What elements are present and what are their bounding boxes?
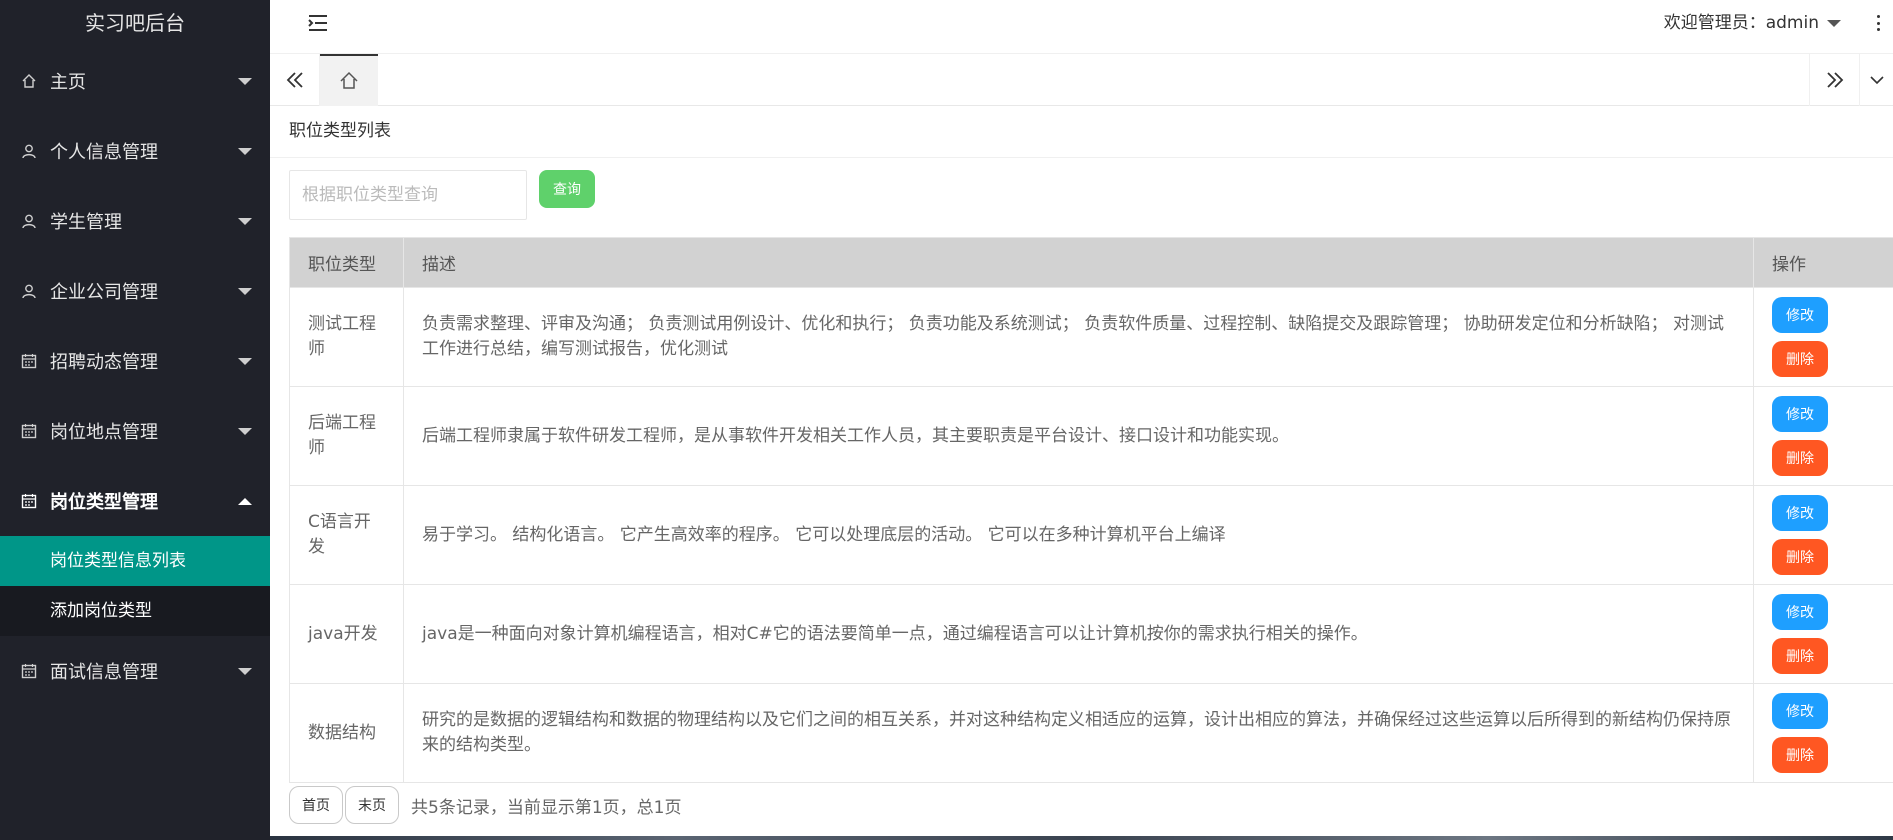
cell-desc: 易于学习。 结构化语言。 它产生高效率的程序。 它可以处理底层的活动。 它可以在… <box>403 485 1754 585</box>
user-icon <box>20 282 38 300</box>
page-title: 职位类型列表 <box>270 106 1893 158</box>
nav-item-job-types[interactable]: 岗位类型管理 <box>0 466 270 536</box>
cell-desc: 负责需求整理、评审及沟通； 负责测试用例设计、优化和执行； 负责功能及系统测试；… <box>403 287 1754 387</box>
chevron-down-icon <box>1827 19 1841 27</box>
app-logo: 实习吧后台 <box>0 0 270 46</box>
cell-ops: 修改 删除 <box>1753 386 1893 486</box>
caret-down-icon <box>238 287 252 295</box>
calendar-icon <box>20 662 38 680</box>
cell-type: 测试工程师 <box>289 287 404 387</box>
top-header: 欢迎管理员：admin <box>270 0 1893 54</box>
search-input[interactable] <box>289 170 527 220</box>
nav-item-label: 企业公司管理 <box>50 282 158 303</box>
cell-type: C语言开发 <box>289 485 404 585</box>
tab-scroll-left-button[interactable] <box>270 54 320 106</box>
job-type-table: 职位类型 描述 操作 测试工程师 负责需求整理、评审及沟通； 负责测试用例设计、… <box>289 237 1893 783</box>
tab-home[interactable] <box>320 54 378 106</box>
pagination: 首页 末页 共5条记录，当前显示第1页，总1页 <box>289 786 681 824</box>
delete-button[interactable]: 删除 <box>1772 539 1828 575</box>
delete-button[interactable]: 删除 <box>1772 638 1828 674</box>
more-vertical-icon[interactable] <box>1871 12 1885 34</box>
nav-item-label: 招聘动态管理 <box>50 352 158 373</box>
table-row: C语言开发 易于学习。 结构化语言。 它产生高效率的程序。 它可以处理底层的活动… <box>289 485 1893 585</box>
caret-down-icon <box>238 427 252 435</box>
column-header-desc: 描述 <box>403 237 1754 288</box>
home-icon <box>20 72 38 90</box>
nav-item-label: 学生管理 <box>50 212 122 233</box>
delete-button[interactable]: 删除 <box>1772 341 1828 377</box>
nav-item-companies[interactable]: 企业公司管理 <box>0 256 270 326</box>
cell-type: 数据结构 <box>289 683 404 783</box>
nav-item-label: 主页 <box>50 72 86 93</box>
double-chevron-left-icon <box>286 72 303 88</box>
table-row: 测试工程师 负责需求整理、评审及沟通； 负责测试用例设计、优化和执行； 负责功能… <box>289 287 1893 387</box>
last-page-button[interactable]: 末页 <box>345 786 399 824</box>
cell-type: 后端工程师 <box>289 386 404 486</box>
column-header-ops: 操作 <box>1753 237 1893 288</box>
sidebar: 实习吧后台 主页 个人信息管理 学生管理 企业公司管理 招聘动态管理 岗位地点管… <box>0 0 270 840</box>
nav-item-personal-info[interactable]: 个人信息管理 <box>0 116 270 186</box>
user-menu[interactable]: 欢迎管理员：admin <box>1664 0 1841 46</box>
table-row: 数据结构 研究的是数据的逻辑结构和数据的物理结构以及它们之间的相互关系，并对这种… <box>289 683 1893 783</box>
nav-item-label: 面试信息管理 <box>50 662 158 683</box>
welcome-text: 欢迎管理员：admin <box>1663 13 1819 33</box>
menu-toggle-icon[interactable] <box>308 14 328 32</box>
tab-menu-button[interactable] <box>1859 54 1893 106</box>
nav-item-students[interactable]: 学生管理 <box>0 186 270 256</box>
nav-item-label: 岗位地点管理 <box>50 422 158 443</box>
home-icon <box>340 71 358 89</box>
subnav-job-types: 岗位类型信息列表 添加岗位类型 <box>0 536 270 636</box>
caret-down-icon <box>238 357 252 365</box>
edit-button[interactable]: 修改 <box>1772 297 1828 333</box>
caret-down-icon <box>238 147 252 155</box>
cell-type: java开发 <box>289 584 404 684</box>
calendar-icon <box>20 492 38 510</box>
double-chevron-right-icon <box>1826 72 1843 88</box>
delete-button[interactable]: 删除 <box>1772 440 1828 476</box>
nav-item-interviews[interactable]: 面试信息管理 <box>0 636 270 706</box>
nav-item-label: 岗位类型管理 <box>50 492 158 513</box>
caret-down-icon <box>238 667 252 675</box>
cell-ops: 修改 删除 <box>1753 584 1893 684</box>
edit-button[interactable]: 修改 <box>1772 396 1828 432</box>
edit-button[interactable]: 修改 <box>1772 693 1828 729</box>
nav-item-home[interactable]: 主页 <box>0 46 270 116</box>
tab-bar <box>270 54 1893 106</box>
nav-item-label: 个人信息管理 <box>50 142 158 163</box>
calendar-icon <box>20 422 38 440</box>
first-page-button[interactable]: 首页 <box>289 786 343 824</box>
subnav-item-add-job-type[interactable]: 添加岗位类型 <box>0 586 270 636</box>
calendar-icon <box>20 352 38 370</box>
cell-ops: 修改 删除 <box>1753 683 1893 783</box>
cell-desc: 后端工程师隶属于软件研发工程师，是从事软件开发相关工作人员，其主要职责是平台设计… <box>403 386 1754 486</box>
search-button[interactable]: 查询 <box>539 170 595 208</box>
table-row: java开发 java是一种面向对象计算机编程语言，相对C#它的语法要简单一点，… <box>289 584 1893 684</box>
caret-up-icon <box>238 497 252 505</box>
nav-item-locations[interactable]: 岗位地点管理 <box>0 396 270 466</box>
edit-button[interactable]: 修改 <box>1772 594 1828 630</box>
caret-down-icon <box>238 77 252 85</box>
caret-down-icon <box>238 217 252 225</box>
background-strip <box>270 836 1893 840</box>
table-row: 后端工程师 后端工程师隶属于软件研发工程师，是从事软件开发相关工作人员，其主要职… <box>289 386 1893 486</box>
cell-ops: 修改 删除 <box>1753 485 1893 585</box>
cell-desc: 研究的是数据的逻辑结构和数据的物理结构以及它们之间的相互关系，并对这种结构定义相… <box>403 683 1754 783</box>
user-icon <box>20 142 38 160</box>
tab-scroll-right-button[interactable] <box>1809 54 1859 106</box>
main-content: 职位类型列表 查询 职位类型 描述 操作 测试工程师 负责需求整理、评审及沟通；… <box>270 106 1893 840</box>
nav-item-recruitment[interactable]: 招聘动态管理 <box>0 326 270 396</box>
pagination-info: 共5条记录，当前显示第1页，总1页 <box>411 797 682 818</box>
cell-desc: java是一种面向对象计算机编程语言，相对C#它的语法要简单一点，通过编程语言可… <box>403 584 1754 684</box>
chevron-down-icon <box>1869 76 1884 85</box>
subnav-item-job-type-list[interactable]: 岗位类型信息列表 <box>0 536 270 586</box>
column-header-type: 职位类型 <box>289 237 404 288</box>
table-header-row: 职位类型 描述 操作 <box>289 237 1893 288</box>
cell-ops: 修改 删除 <box>1753 287 1893 387</box>
delete-button[interactable]: 删除 <box>1772 737 1828 773</box>
search-bar: 查询 <box>289 170 595 220</box>
user-icon <box>20 212 38 230</box>
edit-button[interactable]: 修改 <box>1772 495 1828 531</box>
